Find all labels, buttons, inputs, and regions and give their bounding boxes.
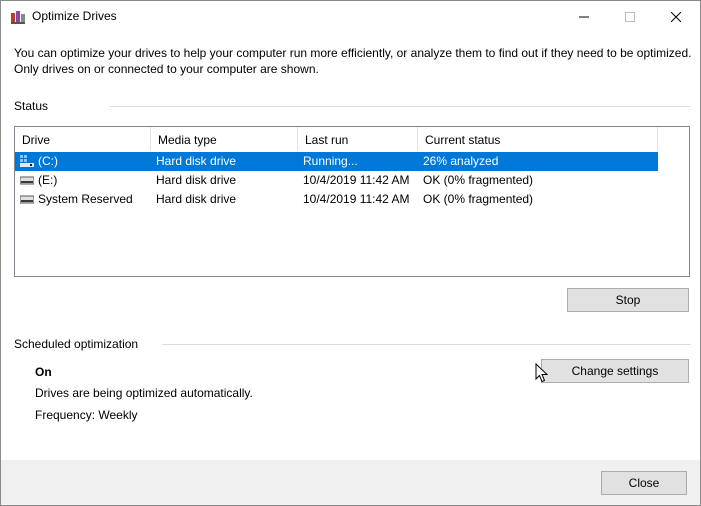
hard-drive-icon	[19, 193, 35, 205]
column-header-current-status[interactable]: Current status	[418, 127, 658, 151]
drive-media-type: Hard disk drive	[156, 173, 237, 187]
minimize-icon	[579, 16, 589, 17]
drive-current-status: 26% analyzed	[423, 154, 499, 168]
stop-button[interactable]: Stop	[567, 288, 689, 312]
drive-last-run: Running...	[303, 154, 358, 168]
change-settings-button[interactable]: Change settings	[541, 359, 689, 383]
column-header-drive[interactable]: Drive	[15, 127, 151, 151]
title-bar[interactable]: Optimize Drives	[1, 1, 700, 32]
windows-drive-icon	[20, 155, 34, 167]
drive-last-run: 10/4/2019 11:42 AM	[303, 192, 410, 206]
drives-list[interactable]: Drive Media type Last run Current status…	[14, 126, 690, 277]
column-header-last-run[interactable]: Last run	[298, 127, 418, 151]
drives-list-header: Drive Media type Last run Current status	[15, 127, 658, 151]
drive-name: (C:)	[38, 154, 58, 168]
maximize-button[interactable]	[607, 1, 653, 32]
mouse-cursor-icon	[535, 362, 549, 384]
drive-last-run: 10/4/2019 11:42 AM	[303, 173, 410, 187]
column-header-media-type[interactable]: Media type	[151, 127, 298, 151]
drive-name: System Reserved	[38, 192, 133, 206]
schedule-frequency: Frequency: Weekly	[35, 408, 138, 422]
drive-current-status: OK (0% fragmented)	[423, 192, 534, 206]
drive-row-c[interactable]: (C:) Hard disk drive Running... 26% anal…	[15, 152, 658, 171]
window-title: Optimize Drives	[32, 9, 117, 23]
close-window-button[interactable]	[653, 1, 699, 32]
close-icon	[671, 11, 681, 22]
footer-bar: Close	[1, 460, 700, 505]
description-text: You can optimize your drives to help you…	[14, 46, 692, 76]
drive-media-type: Hard disk drive	[156, 192, 237, 206]
maximize-icon	[625, 11, 635, 22]
hard-drive-icon	[19, 174, 35, 186]
drive-media-type: Hard disk drive	[156, 154, 237, 168]
status-divider	[109, 106, 691, 107]
scheduled-divider	[162, 344, 691, 345]
optimize-drives-window: Optimize Drives You can optimize your dr…	[0, 0, 701, 506]
drive-current-status: OK (0% fragmented)	[423, 173, 534, 187]
close-button[interactable]: Close	[601, 471, 687, 495]
scheduled-group-label: Scheduled optimization	[14, 337, 139, 351]
status-group-label: Status	[14, 99, 49, 113]
defrag-app-icon	[10, 9, 26, 25]
schedule-message: Drives are being optimized automatically…	[35, 386, 253, 400]
drive-name: (E:)	[38, 173, 58, 187]
drive-row-e[interactable]: (E:) Hard disk drive 10/4/2019 11:42 AM …	[15, 171, 658, 190]
schedule-state: On	[35, 365, 52, 379]
minimize-button[interactable]	[561, 1, 607, 32]
drive-row-system-reserved[interactable]: System Reserved Hard disk drive 10/4/201…	[15, 190, 658, 209]
